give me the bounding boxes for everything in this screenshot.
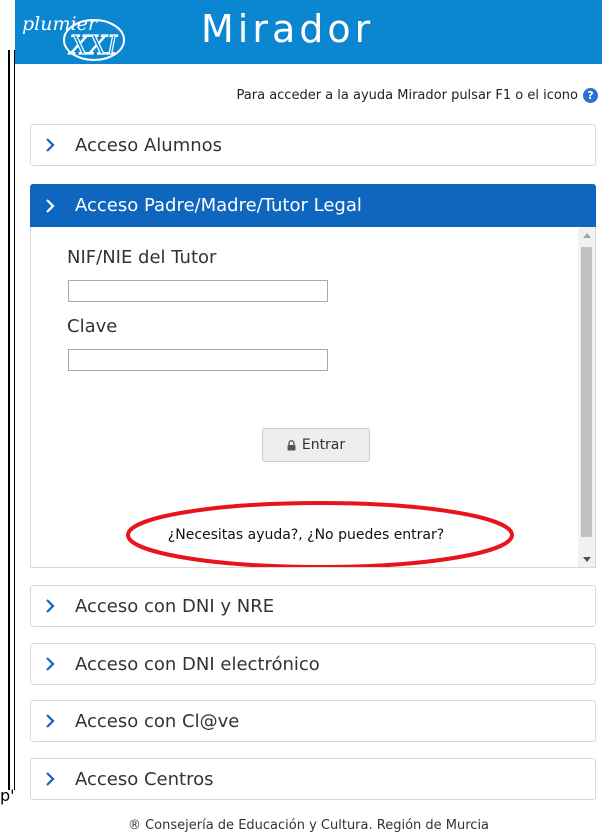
chevron-right-icon — [45, 770, 59, 788]
nif-label: NIF/NIE del Tutor — [67, 247, 217, 268]
accordion-label: Acceso con Cl@ve — [75, 710, 240, 732]
login-panel: NIF/NIE del Tutor Clave Entrar ¿Necesita… — [30, 227, 596, 568]
scroll-up-arrow-icon[interactable] — [578, 227, 595, 244]
chevron-right-icon — [45, 597, 59, 615]
chevron-right-icon — [45, 197, 59, 215]
chevron-right-icon — [45, 712, 59, 730]
accordion-label: Acceso con DNI y NRE — [75, 595, 275, 617]
footer-copyright: ® Consejería de Educación y Cultura. Reg… — [127, 818, 490, 833]
accordion-acceso-dni-electronico[interactable]: Acceso con DNI electrónico — [30, 643, 596, 685]
accordion-label: Acceso Alumnos — [75, 134, 223, 156]
panel-scrollbar[interactable] — [578, 227, 595, 567]
accordion-acceso-clave[interactable]: Acceso con Cl@ve — [30, 700, 596, 742]
question-circle-icon[interactable]: ? — [583, 88, 598, 103]
accordion-label: Acceso con DNI electrónico — [75, 653, 320, 675]
scroll-down-arrow-icon[interactable] — [578, 551, 595, 567]
lock-icon — [287, 439, 296, 450]
scroll-thumb[interactable] — [581, 247, 592, 537]
page-title: Mirador — [201, 7, 375, 51]
clave-input[interactable] — [68, 349, 328, 371]
chevron-right-icon — [45, 136, 59, 154]
accordion-acceso-centros[interactable]: Acceso Centros — [30, 758, 596, 800]
accordion-acceso-dni-nre[interactable]: Acceso con DNI y NRE — [30, 585, 596, 627]
accordion-acceso-padre-madre-tutor[interactable]: Acceso Padre/Madre/Tutor Legal — [30, 184, 596, 227]
help-hint: Para acceder a la ayuda Mirador pulsar F… — [237, 88, 598, 103]
accordion-label: Acceso Padre/Madre/Tutor Legal — [75, 195, 362, 216]
page: p' plumier XXI Mirador Para acceder a la… — [0, 0, 602, 834]
help-link[interactable]: ¿Necesitas ayuda?, ¿No puedes entrar? — [31, 527, 581, 543]
chevron-right-icon — [45, 655, 59, 673]
accordion-label: Acceso Centros — [75, 768, 214, 790]
nif-input[interactable] — [68, 280, 328, 302]
entrar-button[interactable]: Entrar — [262, 428, 370, 462]
left-border-line — [8, 50, 10, 790]
accordion-acceso-alumnos[interactable]: Acceso Alumnos — [30, 124, 596, 166]
app-container: plumier XXI Mirador Para acceder a la ay… — [15, 0, 602, 834]
clave-label: Clave — [67, 316, 118, 337]
header-bar: plumier XXI Mirador — [15, 0, 602, 64]
plumier-logo: plumier XXI — [22, 13, 125, 62]
stray-text: p' — [0, 786, 15, 805]
help-hint-text: Para acceder a la ayuda Mirador pulsar F… — [236, 88, 578, 103]
svg-text:XXI: XXI — [68, 31, 118, 61]
entrar-button-label: Entrar — [301, 437, 346, 453]
